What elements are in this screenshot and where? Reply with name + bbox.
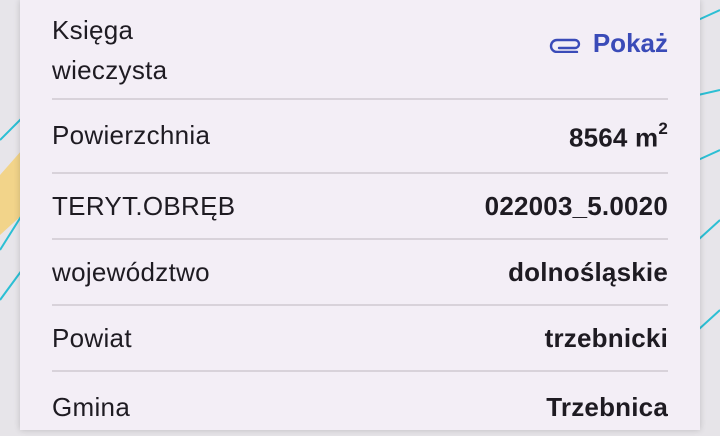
county-value: trzebnicki: [544, 323, 668, 353]
commune-label: Gmina: [52, 392, 131, 422]
land-registry-label-line2: wieczysta: [52, 55, 168, 85]
voivodeship-row: województwo dolnośląskie: [52, 240, 668, 306]
paperclip-icon: [549, 38, 581, 53]
land-registry-label-line1: Księga: [52, 15, 134, 45]
area-label: Powierzchnia: [52, 120, 211, 150]
area-unit-superscript: 2: [658, 119, 668, 138]
teryt-value: 022003_5.0020: [484, 191, 668, 221]
land-registry-label: Księga wieczysta: [52, 10, 167, 90]
show-link-label[interactable]: Pokaż: [593, 28, 668, 59]
area-value: 8564 m2: [568, 119, 668, 154]
area-number: 8564 m: [568, 122, 659, 153]
commune-value: Trzebnica: [546, 392, 668, 422]
voivodeship-label: województwo: [52, 257, 210, 287]
teryt-row: TERYT.OBRĘB 022003_5.0020: [52, 174, 668, 240]
show-land-registry-link[interactable]: Pokaż: [549, 28, 668, 59]
county-row: Powiat trzebnicki: [52, 306, 668, 372]
voivodeship-value: dolnośląskie: [508, 257, 668, 287]
area-row: Powierzchnia 8564 m2: [52, 100, 668, 174]
parcel-details-card: Księga wieczysta Pokaż Powierzchnia 8564…: [20, 0, 700, 430]
commune-row: Gmina Trzebnica: [52, 372, 668, 436]
teryt-label: TERYT.OBRĘB: [52, 191, 236, 221]
county-label: Powiat: [52, 323, 132, 353]
